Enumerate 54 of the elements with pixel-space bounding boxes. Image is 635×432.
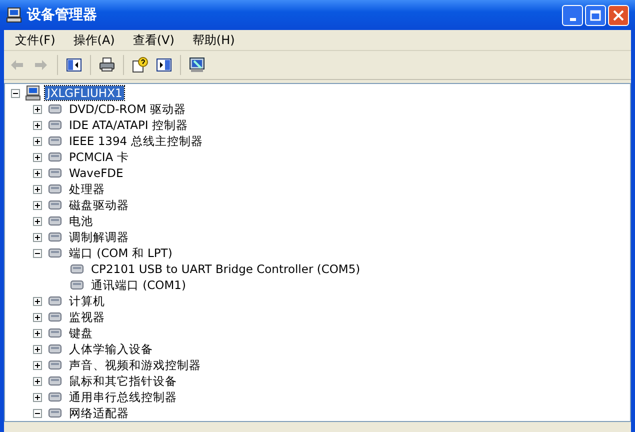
expand-toggle[interactable] [33, 136, 42, 146]
close-button[interactable] [608, 4, 629, 26]
expand-toggle[interactable] [33, 328, 42, 338]
right-arrow-icon [33, 57, 49, 73]
expand-toggle[interactable] [33, 152, 42, 162]
tree-item[interactable]: 计算机 [67, 294, 107, 308]
menu-item[interactable]: 文件(F) [8, 32, 62, 48]
close-icon [613, 10, 624, 20]
menu-item[interactable]: 查看(V) [126, 32, 182, 48]
expand-toggle[interactable] [33, 312, 42, 322]
tree-item[interactable]: 键盘 [67, 326, 95, 340]
tree-item[interactable]: JXLGFLIUHX1 [45, 86, 124, 100]
tree-item[interactable]: IDE ATA/ATAPI 控制器 [67, 118, 190, 132]
expand-toggle[interactable] [33, 232, 42, 242]
expand-toggle[interactable] [33, 392, 42, 402]
expand-toggle[interactable] [33, 184, 42, 194]
maximize-button[interactable] [585, 4, 606, 26]
collapse-toggle[interactable] [33, 248, 42, 258]
collapse-toggle[interactable] [11, 88, 20, 98]
expand-toggle[interactable] [33, 104, 42, 114]
window-title: 设备管理器 [27, 6, 97, 24]
tree-item[interactable]: 通用串行总线控制器 [67, 390, 179, 404]
tree-item[interactable]: 通讯端口 (COM1) [89, 278, 188, 292]
tree-item[interactable]: 调制解调器 [67, 230, 131, 244]
tree-item[interactable]: 磁盘驱动器 [67, 198, 131, 212]
expand-toggle[interactable] [33, 376, 42, 386]
tree-item[interactable]: IEEE 1394 总线主控制器 [67, 134, 205, 148]
tree-item[interactable]: 端口 (COM 和 LPT) [67, 246, 174, 260]
computer-icon [25, 85, 41, 101]
tree-item[interactable]: PCMCIA 卡 [67, 150, 131, 164]
expand-toggle[interactable] [33, 360, 42, 370]
tree-item[interactable]: 网络适配器 [67, 406, 131, 420]
tree-item[interactable]: 鼠标和其它指针设备 [67, 374, 179, 388]
tree-item[interactable]: 人体学输入设备 [67, 342, 155, 356]
tree-item[interactable]: CP2101 USB to UART Bridge Controller (COM5) [89, 262, 362, 276]
tree-item[interactable]: WaveFDE [67, 166, 126, 180]
expand-toggle[interactable] [33, 120, 42, 130]
expand-toggle[interactable] [33, 296, 42, 306]
collapse-toggle[interactable] [33, 408, 42, 418]
tree-item[interactable]: 处理器 [67, 182, 107, 196]
menu-item[interactable]: 操作(A) [66, 32, 122, 48]
minimize-icon [570, 18, 576, 20]
computer-icon [6, 7, 22, 23]
expand-toggle[interactable] [33, 344, 42, 354]
expand-toggle[interactable] [33, 216, 42, 226]
menu-item[interactable]: 帮助(H) [185, 32, 242, 48]
expand-toggle[interactable] [33, 200, 42, 210]
tree-item[interactable]: 监视器 [67, 310, 107, 324]
maximize-icon [590, 10, 601, 20]
tree-item[interactable]: DVD/CD-ROM 驱动器 [67, 102, 188, 116]
tree-item[interactable]: 电池 [67, 214, 95, 228]
tree-item[interactable]: 声音、视频和游戏控制器 [67, 358, 203, 372]
expand-toggle[interactable] [33, 168, 42, 178]
minimize-button[interactable] [562, 4, 583, 26]
